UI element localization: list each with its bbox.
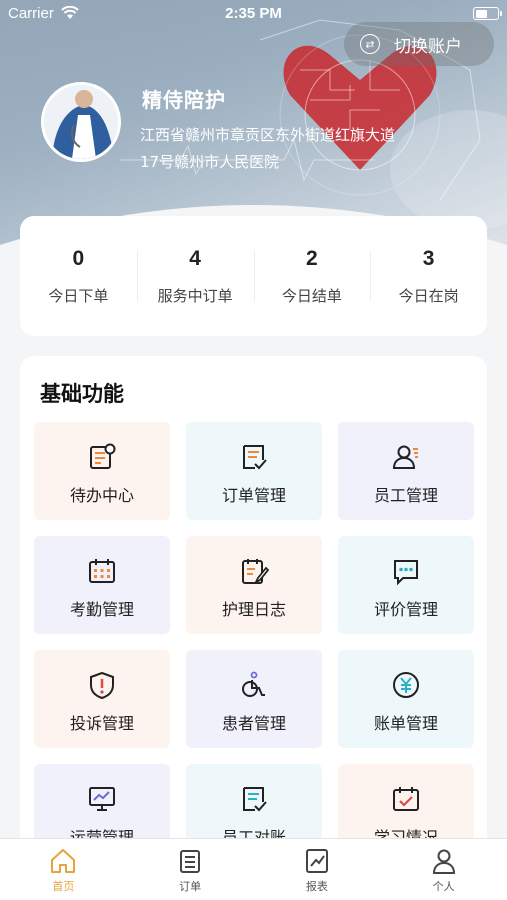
report-icon <box>305 849 328 873</box>
tab-orders[interactable]: 订单 <box>127 839 254 900</box>
switch-icon: ⇄ <box>360 34 380 54</box>
home-icon <box>51 849 76 873</box>
stat-label: 服务中订单 <box>157 286 233 305</box>
stat-today-closed[interactable]: 2 今日结单 <box>253 246 371 306</box>
feature-label: 待办中心 <box>69 486 134 505</box>
stat-value: 0 <box>72 246 85 270</box>
stat-in-service-orders[interactable]: 4 服务中订单 <box>136 246 254 306</box>
feature-complaint-management[interactable]: 投诉管理 <box>34 650 170 748</box>
battery-icon <box>473 7 502 20</box>
feature-order-management[interactable]: 订单管理 <box>186 422 322 520</box>
tab-label: 订单 <box>179 880 202 893</box>
features-card: 基础功能 待办中心 订单管理 员工管理 考勤管理 护理日志 评价管理 投诉管理 … <box>20 356 487 900</box>
section-title: 基础功能 <box>40 382 124 406</box>
tab-home[interactable]: 首页 <box>0 839 127 900</box>
switch-account-label: 切换账户 <box>394 36 462 57</box>
stats-card: 0 今日下单 4 服务中订单 2 今日结单 3 今日在岗 <box>20 216 487 336</box>
patient-icon <box>242 671 265 697</box>
tab-label: 个人 <box>432 880 455 893</box>
feature-attendance-management[interactable]: 考勤管理 <box>34 536 170 634</box>
feature-review-management[interactable]: 评价管理 <box>338 536 474 634</box>
feature-staff-management[interactable]: 员工管理 <box>338 422 474 520</box>
stat-value: 4 <box>189 246 201 270</box>
stat-value: 2 <box>306 246 318 270</box>
bill-icon <box>393 672 419 698</box>
reconcile-icon <box>243 787 267 812</box>
feature-label: 账单管理 <box>373 714 438 733</box>
tab-bar: 首页 订单 报表 个人 <box>0 838 507 900</box>
feature-nursing-log[interactable]: 护理日志 <box>186 536 322 634</box>
clock: 2:35 PM <box>225 5 282 22</box>
feature-label: 订单管理 <box>221 486 286 505</box>
nursing-log-icon <box>242 559 269 585</box>
order-icon <box>243 445 267 470</box>
operation-icon <box>89 787 115 811</box>
tab-profile[interactable]: 个人 <box>380 839 507 900</box>
feature-todo-center[interactable]: 待办中心 <box>34 422 170 520</box>
org-address: 江西省赣州市章贡区东外街道红旗大道17号赣州市人民医院 <box>140 126 396 171</box>
stat-today-orders[interactable]: 0 今日下单 <box>20 247 137 306</box>
stat-label: 今日下单 <box>48 286 109 305</box>
tab-label: 首页 <box>52 880 75 893</box>
stat-value: 3 <box>422 246 435 270</box>
feature-patient-management[interactable]: 患者管理 <box>186 650 322 748</box>
profile-icon <box>432 849 455 874</box>
tab-label: 报表 <box>305 880 328 893</box>
feature-label: 护理日志 <box>221 600 286 619</box>
order-list-icon <box>180 850 201 873</box>
feature-label: 员工管理 <box>373 486 438 505</box>
todo-icon <box>90 443 116 469</box>
feature-label: 患者管理 <box>221 714 286 733</box>
tab-reports[interactable]: 报表 <box>254 839 381 900</box>
stat-label: 今日结单 <box>281 286 342 305</box>
complaint-icon <box>90 671 114 700</box>
org-name: 精侍陪护 <box>142 88 226 112</box>
stat-today-on-duty[interactable]: 3 今日在岗 <box>370 247 487 306</box>
study-icon <box>393 787 419 811</box>
header-banner: Carrier 2:35 PM ⇄ 切换账户 精侍陪护 江西省赣州市章贡区东外街… <box>0 0 507 245</box>
attendance-icon <box>89 559 115 583</box>
stat-label: 今日在岗 <box>398 286 459 305</box>
feature-bill-management[interactable]: 账单管理 <box>338 650 474 748</box>
review-icon <box>394 560 418 586</box>
avatar[interactable] <box>41 82 121 162</box>
feature-label: 评价管理 <box>373 600 438 619</box>
feature-label: 投诉管理 <box>69 714 134 733</box>
switch-account-button[interactable]: ⇄ 切换账户 <box>344 22 494 66</box>
feature-label: 考勤管理 <box>69 600 134 619</box>
avatar-image <box>44 85 118 159</box>
staff-icon <box>392 445 418 469</box>
